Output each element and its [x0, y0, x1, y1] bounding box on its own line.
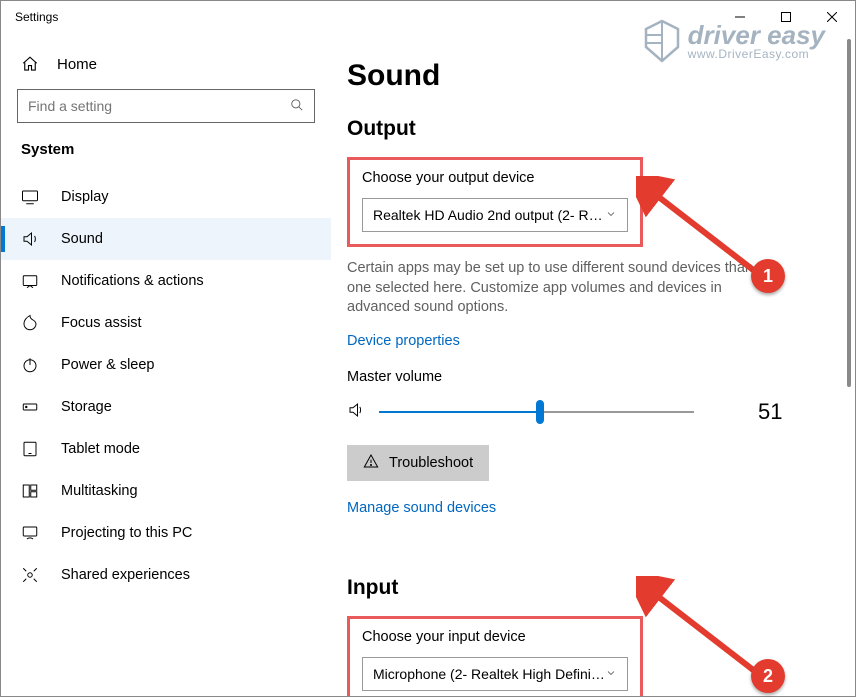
- troubleshoot-button[interactable]: Troubleshoot: [347, 445, 489, 481]
- output-section-title: Output: [347, 117, 811, 141]
- volume-value: 51: [758, 399, 782, 425]
- multitasking-icon: [21, 482, 39, 500]
- annotation-callout-2: 2: [751, 659, 785, 693]
- tablet-icon: [21, 440, 39, 458]
- minimize-button[interactable]: [717, 1, 763, 33]
- annotation-callout-1: 1: [751, 259, 785, 293]
- projecting-icon: [21, 524, 39, 542]
- troubleshoot-label: Troubleshoot: [389, 455, 473, 471]
- sidebar-item-sound[interactable]: Sound: [1, 218, 331, 260]
- sidebar-item-label: Storage: [61, 399, 112, 415]
- sidebar-item-notifications[interactable]: Notifications & actions: [1, 260, 331, 302]
- sound-icon: [21, 230, 39, 248]
- search-field[interactable]: [28, 98, 290, 114]
- sidebar-home[interactable]: Home: [1, 43, 331, 85]
- sidebar-item-label: Sound: [61, 231, 103, 247]
- scrollbar-thumb[interactable]: [847, 39, 851, 387]
- notifications-icon: [21, 272, 39, 290]
- volume-slider-thumb[interactable]: [536, 400, 544, 424]
- display-icon: [21, 188, 39, 206]
- shared-experiences-icon: [21, 566, 39, 584]
- chevron-down-icon: [605, 207, 617, 223]
- input-choose-label: Choose your input device: [362, 629, 628, 645]
- master-volume-label: Master volume: [347, 369, 811, 385]
- output-device-value: Realtek HD Audio 2nd output (2- Re...: [373, 207, 605, 223]
- storage-icon: [21, 398, 39, 416]
- window-controls: [717, 1, 855, 33]
- sidebar-item-projecting[interactable]: Projecting to this PC: [1, 512, 331, 554]
- sidebar-item-label: Display: [61, 189, 109, 205]
- output-choose-label: Choose your output device: [362, 170, 628, 186]
- chevron-down-icon: [605, 666, 617, 682]
- sidebar-item-power-sleep[interactable]: Power & sleep: [1, 344, 331, 386]
- sidebar-item-label: Notifications & actions: [61, 273, 204, 289]
- input-device-select[interactable]: Microphone (2- Realtek High Definit...: [362, 657, 628, 691]
- sidebar-item-tablet-mode[interactable]: Tablet mode: [1, 428, 331, 470]
- sidebar-item-label: Focus assist: [61, 315, 142, 331]
- sidebar-item-shared-experiences[interactable]: Shared experiences: [1, 554, 331, 596]
- home-icon: [21, 55, 39, 73]
- page-title: Sound: [347, 59, 811, 93]
- volume-slider[interactable]: [379, 411, 694, 413]
- volume-slider-fill: [379, 411, 540, 413]
- sidebar-nav: Display Sound Notifications & actions Fo…: [1, 176, 331, 596]
- sidebar-item-label: Power & sleep: [61, 357, 155, 373]
- input-device-block: Choose your input device Microphone (2- …: [347, 616, 643, 696]
- focus-assist-icon: [21, 314, 39, 332]
- sidebar-section-label: System: [1, 141, 331, 176]
- sidebar-item-storage[interactable]: Storage: [1, 386, 331, 428]
- maximize-button[interactable]: [763, 1, 809, 33]
- volume-row: 51: [347, 399, 811, 425]
- output-device-select[interactable]: Realtek HD Audio 2nd output (2- Re...: [362, 198, 628, 232]
- main-content: Sound Output Choose your output device R…: [331, 33, 855, 696]
- sidebar-item-label: Tablet mode: [61, 441, 140, 457]
- search-input[interactable]: [17, 89, 315, 123]
- sidebar-item-label: Multitasking: [61, 483, 138, 499]
- close-button[interactable]: [809, 1, 855, 33]
- warning-icon: [363, 453, 379, 473]
- output-device-block: Choose your output device Realtek HD Aud…: [347, 157, 643, 247]
- window-title: Settings: [15, 10, 58, 24]
- sidebar-home-label: Home: [57, 56, 97, 73]
- titlebar: Settings: [1, 1, 855, 33]
- speaker-icon[interactable]: [347, 401, 365, 422]
- manage-sound-devices-link[interactable]: Manage sound devices: [347, 500, 496, 516]
- search-icon: [290, 98, 304, 115]
- sidebar-item-label: Shared experiences: [61, 567, 190, 583]
- sidebar-item-label: Projecting to this PC: [61, 525, 192, 541]
- scrollbar[interactable]: [843, 33, 855, 393]
- sidebar-item-display[interactable]: Display: [1, 176, 331, 218]
- sidebar: Home System Display Sound Notification: [1, 33, 331, 696]
- input-device-value: Microphone (2- Realtek High Definit...: [373, 666, 605, 682]
- input-section-title: Input: [347, 576, 811, 600]
- power-icon: [21, 356, 39, 374]
- sidebar-item-multitasking[interactable]: Multitasking: [1, 470, 331, 512]
- output-description: Certain apps may be set up to use differ…: [347, 259, 787, 318]
- device-properties-link[interactable]: Device properties: [347, 333, 460, 349]
- sidebar-item-focus-assist[interactable]: Focus assist: [1, 302, 331, 344]
